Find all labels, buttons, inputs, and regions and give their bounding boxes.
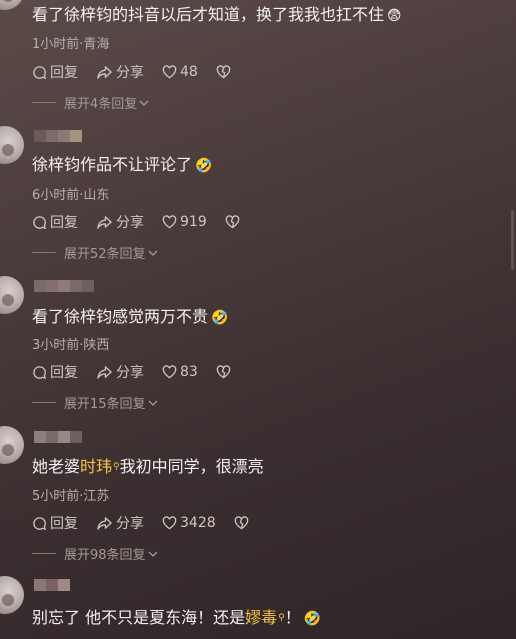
heart-icon	[162, 516, 177, 530]
comment-bubble-icon	[33, 516, 47, 530]
divider	[32, 402, 56, 403]
username-blurred[interactable]	[34, 280, 94, 292]
username-blurred[interactable]	[34, 431, 82, 443]
emoji-icon: 🤣	[303, 611, 322, 627]
share-arrow-icon	[97, 365, 112, 379]
like-button[interactable]: 919	[162, 214, 207, 230]
comment-actions: 回复 分享 919	[32, 212, 261, 232]
avatar[interactable]	[0, 0, 24, 10]
broken-heart-icon	[216, 65, 231, 79]
scrollbar[interactable]	[511, 210, 514, 270]
divider	[32, 252, 56, 253]
expand-replies-button[interactable]: 展开98条回复	[32, 544, 158, 563]
chevron-down-icon	[148, 250, 158, 256]
share-button[interactable]: 分享	[96, 362, 144, 382]
broken-heart-icon	[234, 516, 248, 530]
like-button[interactable]: 48	[162, 64, 198, 80]
dislike-button[interactable]	[225, 215, 243, 229]
dislike-button[interactable]	[234, 516, 252, 530]
comment-text: 她老婆时玮我初中同学，很漂亮	[32, 457, 264, 477]
mention-link[interactable]: 嫪毒	[245, 608, 285, 627]
comment-text: 别忘了 他不只是夏东海！还是嫪毒！🤣	[32, 608, 321, 629]
reply-button[interactable]: 回复	[32, 212, 78, 232]
reply-button[interactable]: 回复	[32, 62, 78, 82]
share-arrow-icon	[97, 215, 112, 229]
chevron-down-icon	[148, 551, 158, 557]
comment-text: 徐梓钧作品不让评论了 🤣	[32, 155, 213, 174]
comment-meta: 1小时前·青海	[32, 37, 110, 52]
username-blurred[interactable]	[34, 130, 82, 142]
dislike-button[interactable]	[216, 365, 234, 379]
username-blurred[interactable]	[34, 579, 70, 591]
like-count: 919	[180, 214, 207, 230]
comment-actions: 回复 分享 3428	[32, 513, 270, 533]
like-button[interactable]: 83	[162, 364, 198, 380]
comment-meta: 6小时前·山东	[32, 188, 110, 203]
broken-heart-icon	[225, 215, 239, 229]
dislike-button[interactable]	[216, 65, 234, 79]
avatar[interactable]	[0, 426, 24, 464]
emoji-icon: 😨	[387, 8, 402, 24]
comment-bubble-icon	[33, 365, 47, 379]
share-arrow-icon	[97, 65, 112, 79]
heart-icon	[162, 215, 177, 229]
share-button[interactable]: 分享	[96, 513, 144, 533]
expand-replies-button[interactable]: 展开4条回复	[32, 93, 149, 112]
expand-replies-button[interactable]: 展开15条回复	[32, 393, 158, 412]
mention-link[interactable]: 时玮	[80, 457, 120, 476]
comment-text: 看了徐梓钧的抖音以后才知道，换了我我也扛不住 😨	[32, 5, 402, 24]
expand-replies-button[interactable]: 展开52条回复	[32, 243, 158, 262]
comment-actions: 回复 分享 83	[32, 362, 252, 382]
heart-icon	[162, 365, 177, 379]
broken-heart-icon	[216, 365, 231, 379]
comment-actions: 回复 分享 48	[32, 62, 252, 82]
chevron-down-icon	[148, 400, 158, 406]
avatar[interactable]	[0, 276, 24, 314]
share-button[interactable]: 分享	[96, 62, 144, 82]
avatar[interactable]	[0, 126, 24, 164]
like-count: 48	[180, 64, 198, 80]
comment-text: 看了徐梓钧感觉两万不贵 🤣	[32, 307, 229, 326]
comment-bubble-icon	[33, 215, 47, 229]
comment-meta: 5小时前·江苏	[32, 489, 110, 504]
heart-icon	[162, 65, 177, 79]
comment-meta: 3小时前·陕西	[32, 338, 110, 353]
divider	[32, 102, 56, 103]
avatar[interactable]	[0, 576, 24, 614]
like-count: 83	[180, 364, 198, 380]
emoji-icon: 🤣	[211, 310, 229, 326]
emoji-icon: 🤣	[195, 158, 213, 174]
comment-bubble-icon	[33, 65, 47, 79]
chevron-down-icon	[139, 100, 149, 106]
divider	[32, 553, 56, 554]
share-arrow-icon	[97, 516, 112, 530]
like-button[interactable]: 3428	[162, 515, 216, 531]
share-button[interactable]: 分享	[96, 212, 144, 232]
like-count: 3428	[180, 515, 216, 531]
reply-button[interactable]: 回复	[32, 513, 78, 533]
reply-button[interactable]: 回复	[32, 362, 78, 382]
